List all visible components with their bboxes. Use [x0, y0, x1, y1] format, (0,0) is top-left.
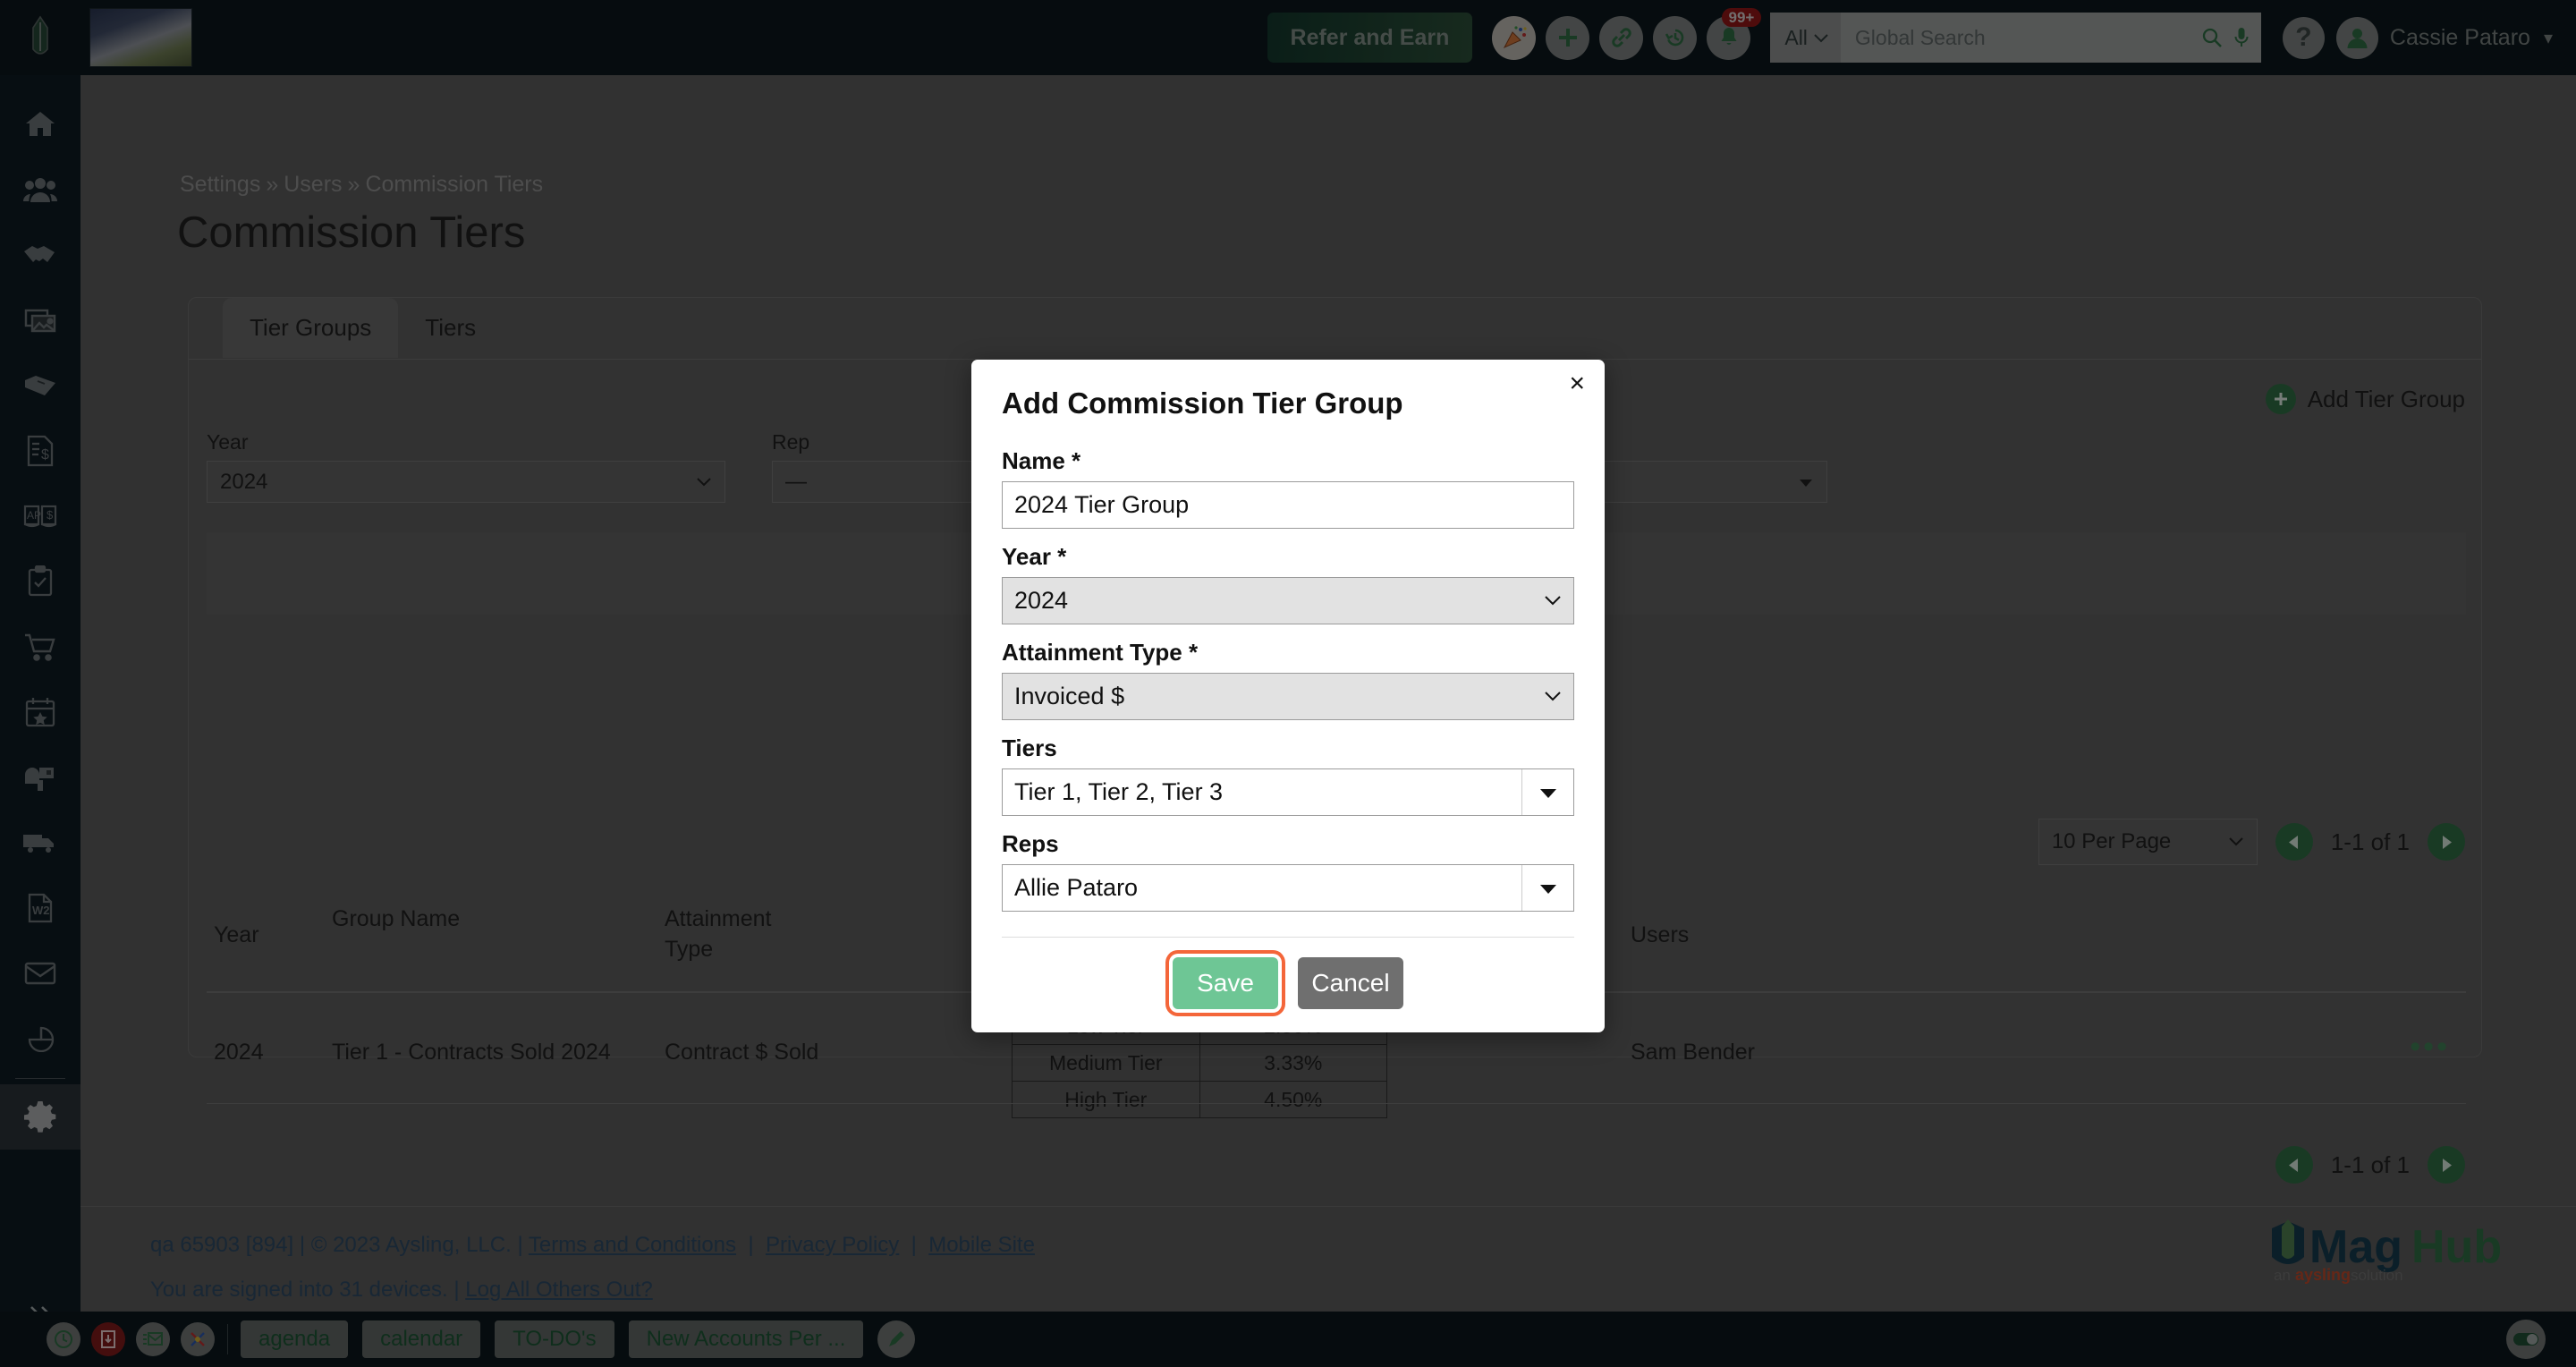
attainment-type-field-label: Attainment Type *	[1002, 639, 1199, 666]
attainment-type-select[interactable]: Invoiced $	[1002, 673, 1574, 720]
tiers-multiselect[interactable]: Tier 1, Tier 2, Tier 3	[1002, 768, 1574, 816]
cancel-button[interactable]: Cancel	[1298, 957, 1403, 1009]
reps-multiselect-value: Allie Pataro	[1014, 874, 1139, 901]
caret-down-icon[interactable]	[1521, 865, 1573, 911]
name-field-label: Name *	[1002, 447, 1081, 474]
modal-title: Add Commission Tier Group	[1002, 386, 1403, 420]
name-field-value: 2024 Tier Group	[1014, 491, 1190, 518]
chevron-down-icon	[1545, 692, 1561, 701]
close-icon[interactable]: ×	[1569, 370, 1585, 397]
year-select-value: 2024	[1014, 587, 1069, 614]
caret-down-icon[interactable]	[1521, 769, 1573, 815]
year-field-label: Year *	[1002, 543, 1067, 570]
attainment-type-value: Invoiced $	[1014, 683, 1125, 709]
chevron-down-icon	[1545, 596, 1561, 606]
reps-field-label: Reps	[1002, 830, 1059, 857]
year-select[interactable]: 2024	[1002, 577, 1574, 624]
add-commission-tier-group-modal: × Add Commission Tier Group Name * 2024 …	[971, 360, 1605, 1032]
modal-body: Name * 2024 Tier Group Year * 2024 Attai…	[971, 420, 1605, 912]
tiers-multiselect-value: Tier 1, Tier 2, Tier 3	[1014, 778, 1224, 805]
modal-actions: Save Cancel	[971, 938, 1605, 1032]
reps-multiselect[interactable]: Allie Pataro	[1002, 864, 1574, 912]
name-field[interactable]: 2024 Tier Group	[1002, 481, 1574, 529]
save-button[interactable]: Save	[1173, 957, 1278, 1009]
tiers-field-label: Tiers	[1002, 734, 1057, 761]
